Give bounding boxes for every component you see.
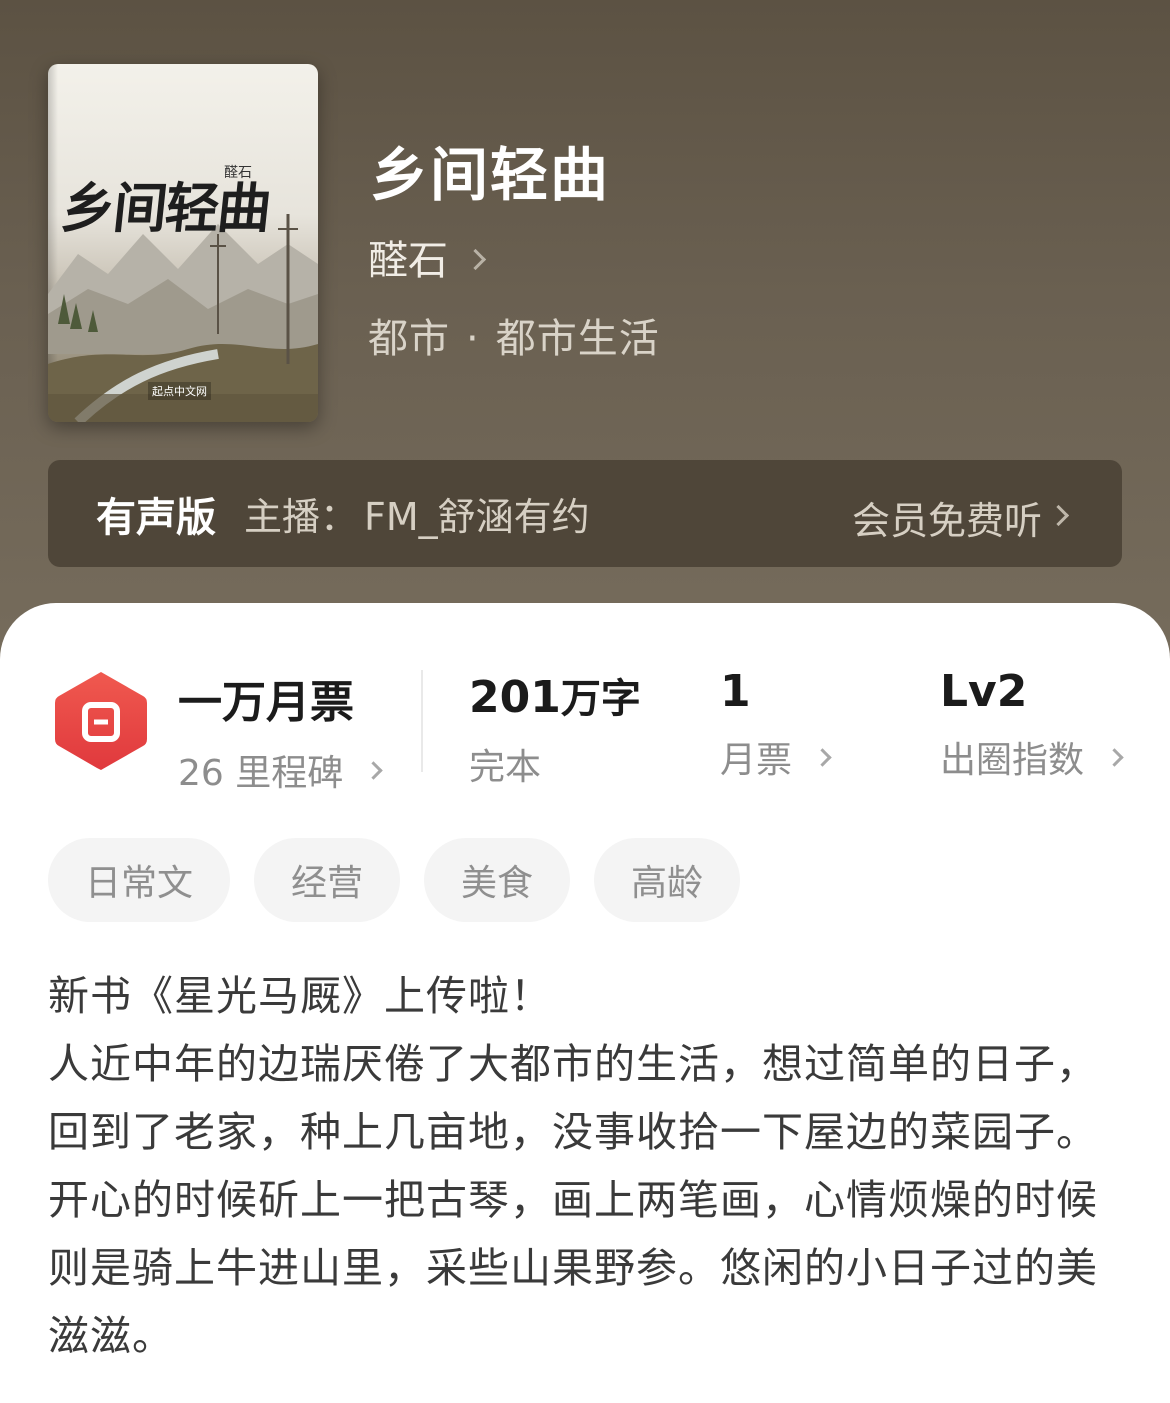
popularity-stat[interactable]: Lv2 出圈指数	[940, 666, 1124, 783]
ticket-hexagon-icon	[55, 672, 147, 770]
separator-dot: ·	[466, 316, 480, 362]
chevron-right-icon	[364, 760, 383, 780]
word-count-unit: 万字	[560, 676, 641, 722]
tag-pill[interactable]: 日常文	[48, 838, 230, 922]
audio-tag: 有声版	[96, 494, 216, 541]
description-paragraph: 人近中年的边瑞厌倦了大都市的生活，想过简单的日子，回到了老家，种上几亩地，没事收…	[48, 1040, 1098, 1360]
book-title: 乡间轻曲	[370, 141, 611, 209]
monthly-ticket-stat[interactable]: 一万月票 26 里程碑	[178, 666, 383, 796]
book-cover[interactable]: 乡间轻曲 醛石 起点中文网	[48, 64, 318, 422]
ticket-count: 1	[720, 666, 751, 717]
author-name: 醛石	[368, 238, 448, 284]
ticket-stat[interactable]: 1 月票	[720, 666, 832, 783]
milestone-count: 26 里程碑	[178, 753, 344, 794]
completion-status: 完本	[469, 747, 542, 788]
stat-divider	[421, 670, 423, 772]
host-name: FM_舒涵有约	[364, 495, 590, 539]
host-label: 主播：	[244, 495, 359, 539]
tag-list: 日常文 经营 美食 高龄	[48, 838, 764, 922]
popularity-label: 出圈指数	[940, 740, 1085, 781]
book-header: 乡间轻曲 醛石 起点中文网 乡间轻曲 醛石 都市 · 都市生活 有声版 主播： FM…	[0, 0, 1170, 660]
book-description: 新书《星光马厩》上传啦！ 人近中年的边瑞厌倦了大都市的生活，想过简单的日子，回到…	[48, 962, 1128, 1370]
chevron-right-icon	[464, 248, 487, 270]
cover-author: 醛石	[224, 165, 252, 181]
tag-pill[interactable]: 经营	[254, 838, 400, 922]
author-link[interactable]: 醛石	[368, 228, 487, 286]
subgenre-label[interactable]: 都市生活	[496, 316, 660, 362]
word-count-stat: 201万字 完本	[469, 666, 641, 790]
cover-publisher: 起点中文网	[148, 382, 211, 400]
ticket-label: 月票	[720, 740, 793, 781]
monthly-ticket-title: 一万月票	[178, 677, 354, 728]
tag-pill[interactable]: 高龄	[594, 838, 740, 922]
chevron-right-icon	[1047, 504, 1070, 527]
word-count-number: 201	[469, 672, 561, 723]
genre-label[interactable]: 都市	[368, 316, 450, 362]
genre-row: 都市 · 都市生活	[368, 306, 660, 364]
chevron-right-icon	[1105, 747, 1124, 767]
cover-landscape	[48, 214, 318, 422]
tag-pill[interactable]: 美食	[424, 838, 570, 922]
free-listen-label: 会员免费听	[851, 499, 1042, 543]
popularity-level: Lv2	[940, 666, 1028, 717]
audio-version-bar[interactable]: 有声版 主播： FM_舒涵有约 会员免费听	[48, 460, 1122, 567]
description-line: 新书《星光马厩》上传啦！	[48, 972, 552, 1020]
chevron-right-icon	[813, 747, 832, 767]
